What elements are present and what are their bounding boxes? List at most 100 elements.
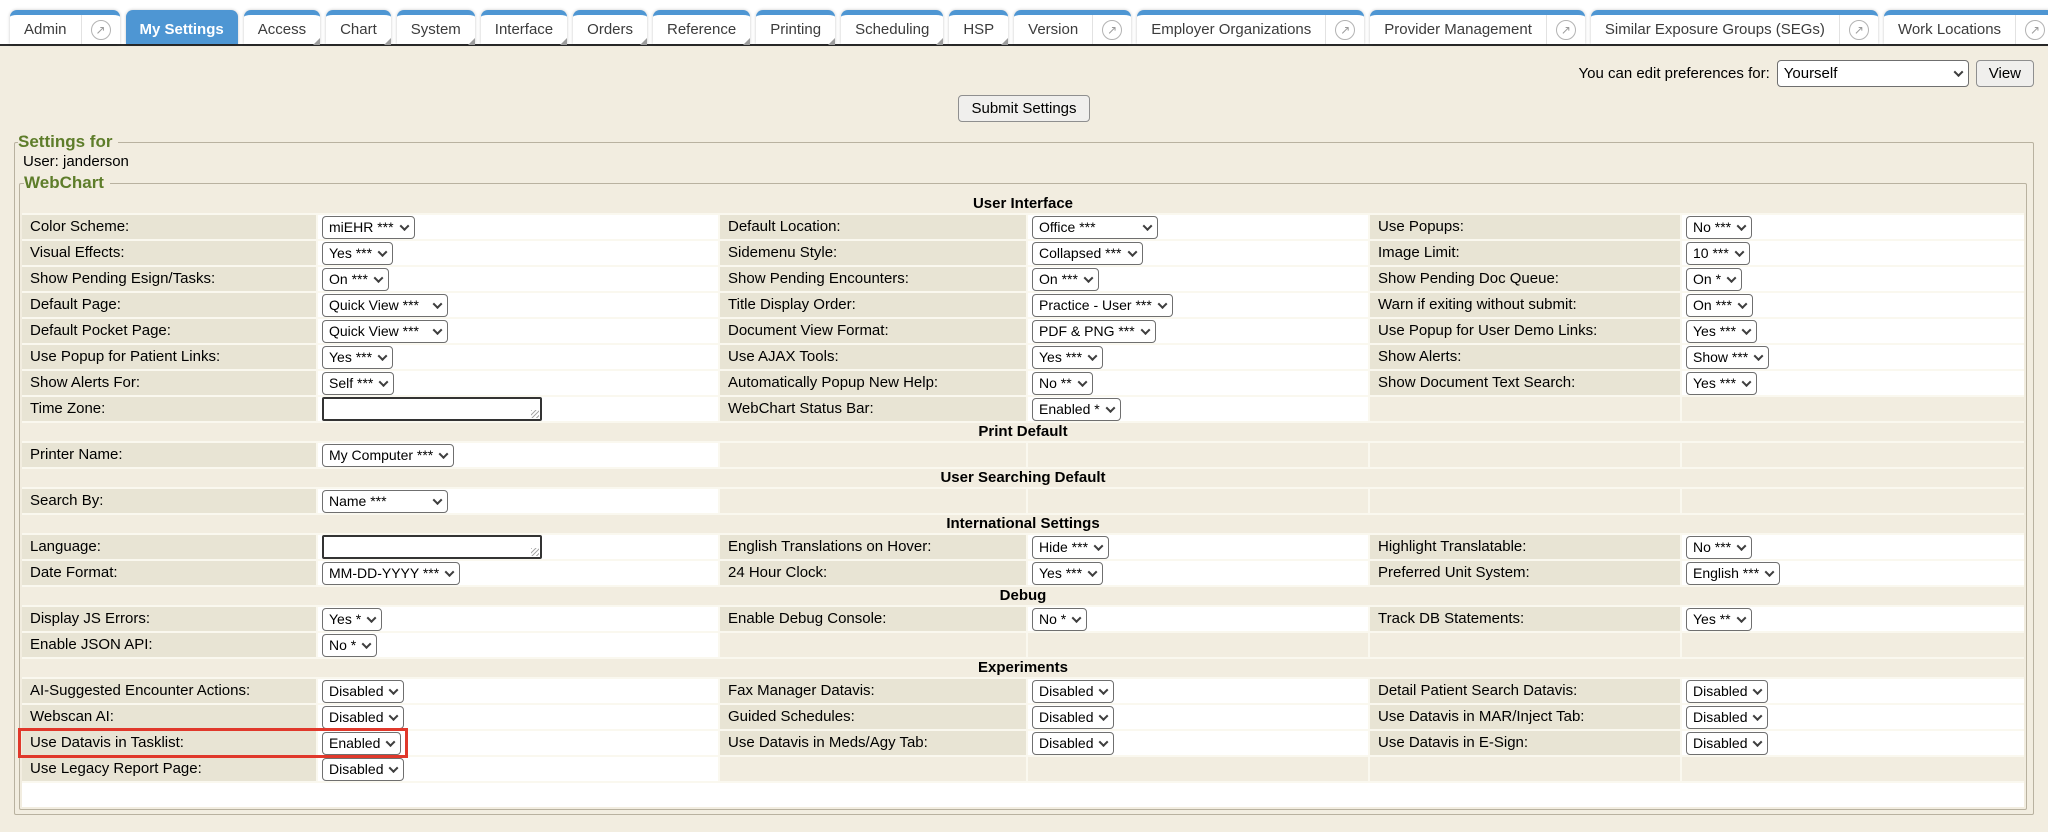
show-alerts-label: Show Alerts: xyxy=(1370,345,1680,369)
chevron-down-icon xyxy=(1737,541,1747,551)
tab-my-settings[interactable]: My Settings xyxy=(126,10,238,44)
fax-manager-datavis-select[interactable]: Disabled xyxy=(1032,680,1114,703)
tab-version[interactable]: Version↗ xyxy=(1014,10,1131,44)
webchart-legend: WebChart xyxy=(24,173,110,193)
tab-system[interactable]: System xyxy=(397,10,475,44)
chevron-down-icon xyxy=(1099,685,1109,695)
chevron-down-icon xyxy=(386,737,396,747)
image-limit-select[interactable]: 10 *** xyxy=(1686,242,1750,265)
document-view-format-select[interactable]: PDF & PNG *** xyxy=(1032,320,1156,343)
english-translations-on-hover-select[interactable]: Hide *** xyxy=(1032,536,1109,559)
use-popup-for-patient-links-label: Use Popup for Patient Links: xyxy=(22,345,316,369)
webscan-ai-select[interactable]: Disabled xyxy=(322,706,404,729)
tab-chart[interactable]: Chart xyxy=(326,10,391,44)
tab-work-locations[interactable]: Work Locations↗ xyxy=(1884,10,2048,44)
tab-printing[interactable]: Printing xyxy=(756,10,835,44)
visual-effects-select[interactable]: Yes *** xyxy=(322,242,393,265)
use-popups-label: Use Popups: xyxy=(1370,215,1680,239)
sidemenu-style-select[interactable]: Collapsed *** xyxy=(1032,242,1143,265)
warn-if-exiting-without-submit-value-cell: On *** xyxy=(1682,293,2024,317)
default-location-select[interactable]: Office *** xyxy=(1032,216,1158,239)
tab-reference[interactable]: Reference xyxy=(653,10,750,44)
use-datavis-in-e-sign-select[interactable]: Disabled xyxy=(1686,732,1768,755)
display-js-errors-select[interactable]: Yes * xyxy=(322,608,382,631)
use-ajax-tools-select[interactable]: Yes *** xyxy=(1032,346,1103,369)
external-link-icon: ↗ xyxy=(91,20,111,40)
enable-debug-console-select[interactable]: No * xyxy=(1032,608,1087,631)
external-link-segment[interactable]: ↗ xyxy=(81,15,120,44)
tab-employer-organizations[interactable]: Employer Organizations↗ xyxy=(1137,10,1364,44)
use-legacy-report-page-select[interactable]: Disabled xyxy=(322,758,404,781)
automatically-popup-new-help-select[interactable]: No ** xyxy=(1032,372,1093,395)
default-page-select[interactable]: Quick View *** xyxy=(322,294,448,317)
language-input[interactable] xyxy=(322,535,542,559)
tab-admin[interactable]: Admin↗ xyxy=(10,10,120,44)
empty-cell xyxy=(720,489,1026,513)
track-db-statements-label: Track DB Statements: xyxy=(1370,607,1680,631)
tab-orders[interactable]: Orders xyxy=(573,10,647,44)
webchart-status-bar-select[interactable]: Enabled * xyxy=(1032,398,1121,421)
tab-provider-management[interactable]: Provider Management↗ xyxy=(1370,10,1585,44)
use-datavis-in-tasklist-select[interactable]: Enabled xyxy=(322,732,401,755)
image-limit-label: Image Limit: xyxy=(1370,241,1680,265)
chevron-down-icon xyxy=(373,273,383,283)
select-value: 10 *** xyxy=(1693,245,1729,261)
edit-preferences-select[interactable]: Yourself xyxy=(1777,60,1969,87)
preferred-unit-system-select[interactable]: English *** xyxy=(1686,562,1780,585)
show-alerts-for-select[interactable]: Self *** xyxy=(322,372,394,395)
warn-if-exiting-without-submit-select[interactable]: On *** xyxy=(1686,294,1753,317)
time-zone-input[interactable] xyxy=(322,397,542,421)
use-popup-for-patient-links-select[interactable]: Yes *** xyxy=(322,346,393,369)
detail-patient-search-datavis-value-cell: Disabled xyxy=(1682,679,2024,703)
section-header-international-settings: International Settings xyxy=(22,515,2024,533)
select-value: On *** xyxy=(329,271,368,287)
empty-cell xyxy=(1370,633,1680,657)
submenu-fold-icon xyxy=(640,38,647,45)
show-pending-doc-queue-select[interactable]: On * xyxy=(1686,268,1742,291)
submit-settings-button[interactable]: Submit Settings xyxy=(958,95,1089,122)
search-by-label: Search By: xyxy=(22,489,316,513)
tab-similar-exposure-groups-segs[interactable]: Similar Exposure Groups (SEGs)↗ xyxy=(1591,10,1878,44)
color-scheme-select[interactable]: miEHR *** xyxy=(322,216,415,239)
webchart-status-bar-value-cell: Enabled * xyxy=(1028,397,1368,421)
date-format-label: Date Format: xyxy=(22,561,316,585)
tab-interface[interactable]: Interface xyxy=(481,10,567,44)
show-document-text-search-select[interactable]: Yes *** xyxy=(1686,372,1757,395)
date-format-select[interactable]: MM-DD-YYYY *** xyxy=(322,562,460,585)
use-datavis-in-mar-inject-tab-select[interactable]: Disabled xyxy=(1686,706,1768,729)
tab-scheduling[interactable]: Scheduling xyxy=(841,10,943,44)
select-value: Disabled xyxy=(329,683,383,699)
show-alerts-select[interactable]: Show *** xyxy=(1686,346,1769,369)
section-header-print-default: Print Default xyxy=(22,423,2024,441)
use-datavis-in-meds-agy-tab-select[interactable]: Disabled xyxy=(1032,732,1114,755)
highlight-translatable-select[interactable]: No *** xyxy=(1686,536,1752,559)
guided-schedules-label: Guided Schedules: xyxy=(720,705,1026,729)
external-link-segment[interactable]: ↗ xyxy=(1839,15,1878,44)
external-link-segment[interactable]: ↗ xyxy=(1546,15,1585,44)
use-popups-select[interactable]: No *** xyxy=(1686,216,1752,239)
default-pocket-page-select[interactable]: Quick View *** xyxy=(322,320,448,343)
select-value: No * xyxy=(329,637,356,653)
show-pending-encounters-select[interactable]: On *** xyxy=(1032,268,1099,291)
guided-schedules-select[interactable]: Disabled xyxy=(1032,706,1114,729)
tab-access[interactable]: Access xyxy=(244,10,320,44)
external-link-segment[interactable]: ↗ xyxy=(1092,15,1131,44)
view-button[interactable]: View xyxy=(1976,60,2034,87)
external-link-segment[interactable]: ↗ xyxy=(1325,15,1364,44)
24-hour-clock-select[interactable]: Yes *** xyxy=(1032,562,1103,585)
track-db-statements-select[interactable]: Yes ** xyxy=(1686,608,1752,631)
title-display-order-select[interactable]: Practice - User *** xyxy=(1032,294,1173,317)
chevron-down-icon xyxy=(1094,541,1104,551)
chevron-down-icon xyxy=(399,221,409,231)
detail-patient-search-datavis-select[interactable]: Disabled xyxy=(1686,680,1768,703)
show-pending-esign-tasks-select[interactable]: On *** xyxy=(322,268,389,291)
search-by-select[interactable]: Name *** xyxy=(322,490,448,513)
select-value: Collapsed *** xyxy=(1039,245,1122,261)
tab-hsp[interactable]: HSP xyxy=(949,10,1008,44)
enable-json-api-select[interactable]: No * xyxy=(322,634,377,657)
use-popup-for-user-demo-links-select[interactable]: Yes *** xyxy=(1686,320,1757,343)
printer-name-select[interactable]: My Computer *** xyxy=(322,444,454,467)
ai-suggested-encounter-actions-select[interactable]: Disabled xyxy=(322,680,404,703)
external-link-segment[interactable]: ↗ xyxy=(2015,15,2048,44)
chevron-down-icon xyxy=(1088,351,1098,361)
